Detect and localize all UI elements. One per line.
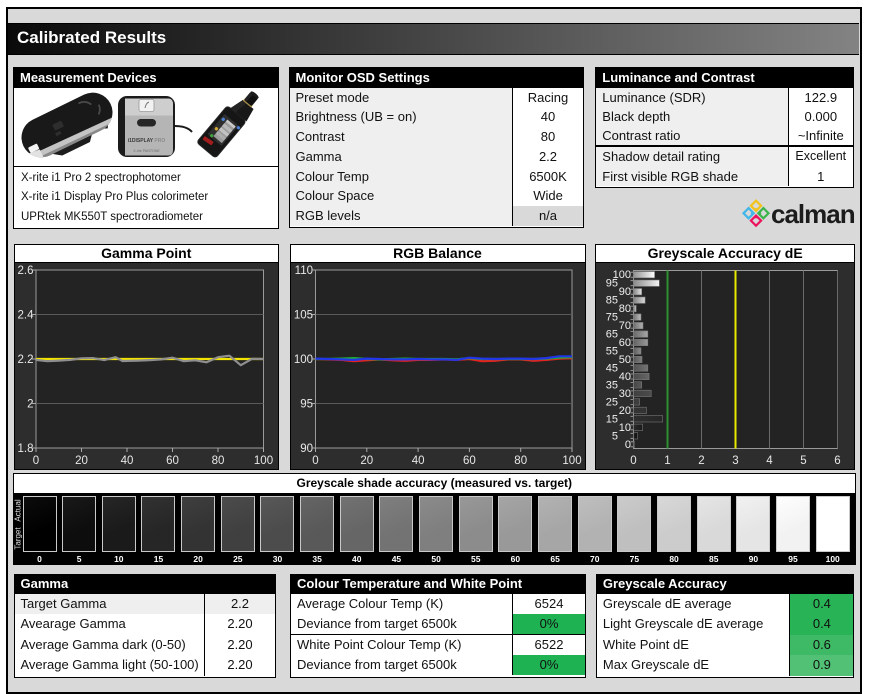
svg-text:2.6: 2.6 (17, 265, 33, 277)
svg-text:4: 4 (767, 455, 774, 467)
svg-text:10: 10 (619, 421, 631, 433)
svg-text:0: 0 (32, 455, 38, 467)
svg-text:2.2: 2.2 (17, 354, 33, 366)
svg-text:60: 60 (463, 455, 476, 467)
svg-text:0: 0 (631, 455, 637, 467)
svg-text:40: 40 (411, 455, 424, 467)
svg-text:2: 2 (699, 455, 705, 467)
svg-text:calman: calman (771, 199, 855, 229)
svg-text:25: 25 (606, 396, 618, 408)
svg-text:100: 100 (613, 269, 631, 281)
svg-text:40: 40 (619, 371, 631, 383)
svg-text:60: 60 (166, 455, 179, 467)
svg-text:100: 100 (293, 354, 312, 366)
svg-text:60: 60 (619, 337, 631, 349)
svg-text:2.4: 2.4 (17, 309, 34, 321)
svg-text:20: 20 (75, 455, 88, 467)
svg-text:100: 100 (253, 455, 272, 467)
svg-text:3: 3 (733, 455, 739, 467)
svg-text:85: 85 (606, 294, 618, 306)
svg-text:100: 100 (562, 455, 581, 467)
svg-text:5: 5 (612, 430, 618, 442)
svg-text:20: 20 (619, 404, 631, 416)
svg-text:15: 15 (606, 413, 618, 425)
svg-text:70: 70 (619, 320, 631, 332)
svg-text:45: 45 (606, 362, 618, 374)
svg-text:0: 0 (625, 438, 631, 450)
svg-text:50: 50 (619, 354, 631, 366)
svg-text:90: 90 (619, 286, 631, 298)
svg-text:80: 80 (514, 455, 527, 467)
svg-text:35: 35 (606, 379, 618, 391)
svg-text:1: 1 (665, 455, 671, 467)
svg-text:80: 80 (211, 455, 224, 467)
svg-text:40: 40 (120, 455, 133, 467)
svg-text:75: 75 (606, 311, 618, 323)
svg-text:2: 2 (27, 398, 33, 410)
svg-text:55: 55 (606, 345, 618, 357)
svg-text:90: 90 (300, 443, 313, 455)
svg-text:110: 110 (294, 265, 312, 277)
svg-text:6: 6 (835, 455, 841, 467)
svg-text:80: 80 (619, 303, 631, 315)
svg-text:5: 5 (801, 455, 807, 467)
svg-text:i1DISPLAY PRO: i1DISPLAY PRO (128, 138, 166, 144)
svg-text:30: 30 (619, 387, 631, 399)
svg-text:105: 105 (293, 309, 312, 321)
svg-text:0: 0 (312, 455, 318, 467)
svg-text:1.8: 1.8 (17, 443, 33, 455)
svg-text:20: 20 (360, 455, 373, 467)
svg-text:X-rite PANTONE: X-rite PANTONE (133, 149, 160, 153)
svg-text:95: 95 (300, 398, 313, 410)
svg-text:65: 65 (606, 328, 618, 340)
